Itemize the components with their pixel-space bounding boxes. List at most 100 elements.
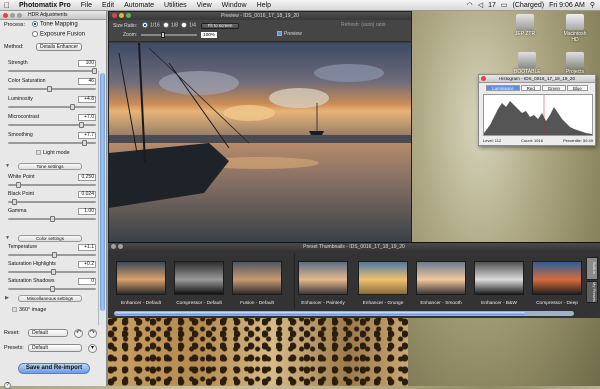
reset-select[interactable]: Default [28,329,68,337]
desktop-icon-projects[interactable]: Projects [562,52,588,75]
disclosure-triangle-icon[interactable]: ▶ [5,295,9,301]
thumbnail-image[interactable] [232,261,282,295]
light-mode-checkbox[interactable]: Light mode [36,150,70,156]
slider-value-field[interactable]: 46 [78,78,96,85]
slider-knob[interactable] [70,104,76,110]
disclosure-triangle-icon[interactable]: ▼ [5,163,10,169]
slider-knob[interactable] [51,252,57,258]
slider-track[interactable] [8,68,97,74]
tab-luminance[interactable]: Luminance [486,85,520,91]
menu-help[interactable]: Help [252,2,276,9]
slider-knob[interactable] [81,140,87,146]
method-select[interactable]: Details Enhancer [36,43,82,51]
thumbnail-image[interactable] [416,261,466,295]
preset-thumbnail[interactable]: Enhancer - Smooth [412,261,470,306]
thumbnails-scrollbar[interactable] [114,311,574,316]
zoom-value[interactable]: 100% [201,32,217,38]
spotlight-icon[interactable]: ⚲ [590,1,595,9]
disclosure-triangle-icon[interactable]: ▼ [5,235,10,241]
preset-thumbnail[interactable]: Enhancer - Default [112,261,170,306]
thumbnail-image[interactable] [358,261,408,295]
thumbnail-image[interactable] [474,261,524,295]
slider-track[interactable] [8,252,96,258]
wifi-icon[interactable]: ◠ [467,1,473,9]
menu-app[interactable]: Photomatix Pro [14,2,76,9]
thumbnail-image[interactable] [174,261,224,295]
battery-icon[interactable]: ▭ [501,1,508,9]
checkbox-icon[interactable] [12,307,17,313]
fit-to-screen-button[interactable]: Fit to screen [201,23,239,29]
desktop-icon-jep-ztr[interactable]: JEP ZTR [512,14,538,37]
slider-track[interactable] [8,104,96,110]
radio-unselected-icon[interactable] [181,22,187,28]
tab-green[interactable]: Green [541,85,566,91]
zoom-slider-knob[interactable] [161,32,165,38]
apple-menu-icon[interactable]:  [0,1,14,10]
slider-value-field[interactable]: 100 [78,60,96,67]
histogram-plot[interactable] [483,94,593,136]
slider-knob[interactable] [79,122,85,128]
close-icon[interactable] [3,12,8,18]
thumbnail-image[interactable] [116,261,166,295]
preview-checkbox[interactable]: Preview [277,31,302,37]
radio-unselected-icon[interactable] [163,22,169,28]
minimize-icon[interactable] [118,244,123,249]
slider-track[interactable] [8,269,96,275]
save-reimport-button[interactable]: Save and Re-import [18,363,90,374]
slider-value-field[interactable]: 0.024 [78,191,96,198]
slider-value-field[interactable]: 1.00 [78,208,96,215]
desktop-icon-macintosh-hd[interactable]: Macintosh HD [562,14,588,43]
slider-knob[interactable] [46,86,52,92]
thumbnail-image[interactable] [532,261,582,295]
slider-track[interactable] [8,182,96,188]
volume-icon[interactable]: ◁ [478,1,483,9]
checkbox-checked-icon[interactable] [277,31,282,37]
menu-edit[interactable]: Edit [97,2,119,9]
preview-image[interactable] [109,43,411,251]
scroll-thumb[interactable] [115,312,525,315]
slider-track[interactable] [8,140,96,146]
slider-value-field[interactable]: +0.2 [78,261,96,268]
undo-icon[interactable]: ↶ [74,329,83,338]
ratio-1-4[interactable]: 1/4 [181,22,196,28]
slider-track[interactable] [8,122,96,128]
menu-file[interactable]: File [76,2,97,9]
slider-value-field[interactable]: 0.250 [78,174,96,181]
tab-my-presets[interactable]: My Presets [586,280,598,303]
slider-track[interactable] [8,216,96,222]
close-icon[interactable] [481,76,486,81]
preset-thumbnail[interactable]: Compressor - Deep [528,261,586,306]
minimize-icon[interactable] [119,13,124,18]
close-icon[interactable] [112,13,117,18]
slider-knob[interactable] [50,269,56,275]
panel-scrollbar[interactable] [98,71,105,325]
menu-window[interactable]: Window [217,2,252,9]
slider-knob[interactable] [50,216,55,222]
radio-tone-mapping[interactable]: Tone Mapping [32,21,78,27]
scroll-thumb[interactable] [100,73,105,311]
tab-red[interactable]: Red [520,85,541,91]
misc-settings-button[interactable]: Miscellaneous settings [18,295,82,302]
thumbnail-image[interactable] [298,261,348,295]
preset-thumbnail[interactable]: Enhancer - Painterly [294,261,352,306]
radio-selected-icon[interactable] [32,21,38,27]
slider-knob[interactable] [50,286,55,292]
preset-thumbnail[interactable]: Enhancer - Grunge [354,261,412,306]
preset-thumbnail[interactable]: Compressor - Default [170,261,228,306]
slider-value-field[interactable]: +7.0 [78,114,96,121]
preset-settings-icon[interactable]: ▾ [88,344,97,353]
image360-checkbox[interactable]: 360° image [12,307,46,313]
zoom-icon[interactable] [17,12,22,18]
minimize-icon[interactable] [10,12,15,18]
ratio-1-16[interactable]: 1/16 [142,22,160,28]
slider-value-field[interactable]: +4.8 [78,96,96,103]
slider-knob[interactable] [92,68,97,74]
color-settings-button[interactable]: Color settings [18,235,82,242]
menu-automate[interactable]: Automate [119,2,159,9]
preset-thumbnail[interactable]: Enhancer - B&W [470,261,528,306]
tab-blue[interactable]: Blue [566,85,588,91]
checkbox-icon[interactable] [36,150,41,156]
menu-utilities[interactable]: Utilities [159,2,192,9]
slider-value-field[interactable]: +7.7 [78,132,96,139]
slider-value-field[interactable]: 0 [78,278,96,285]
